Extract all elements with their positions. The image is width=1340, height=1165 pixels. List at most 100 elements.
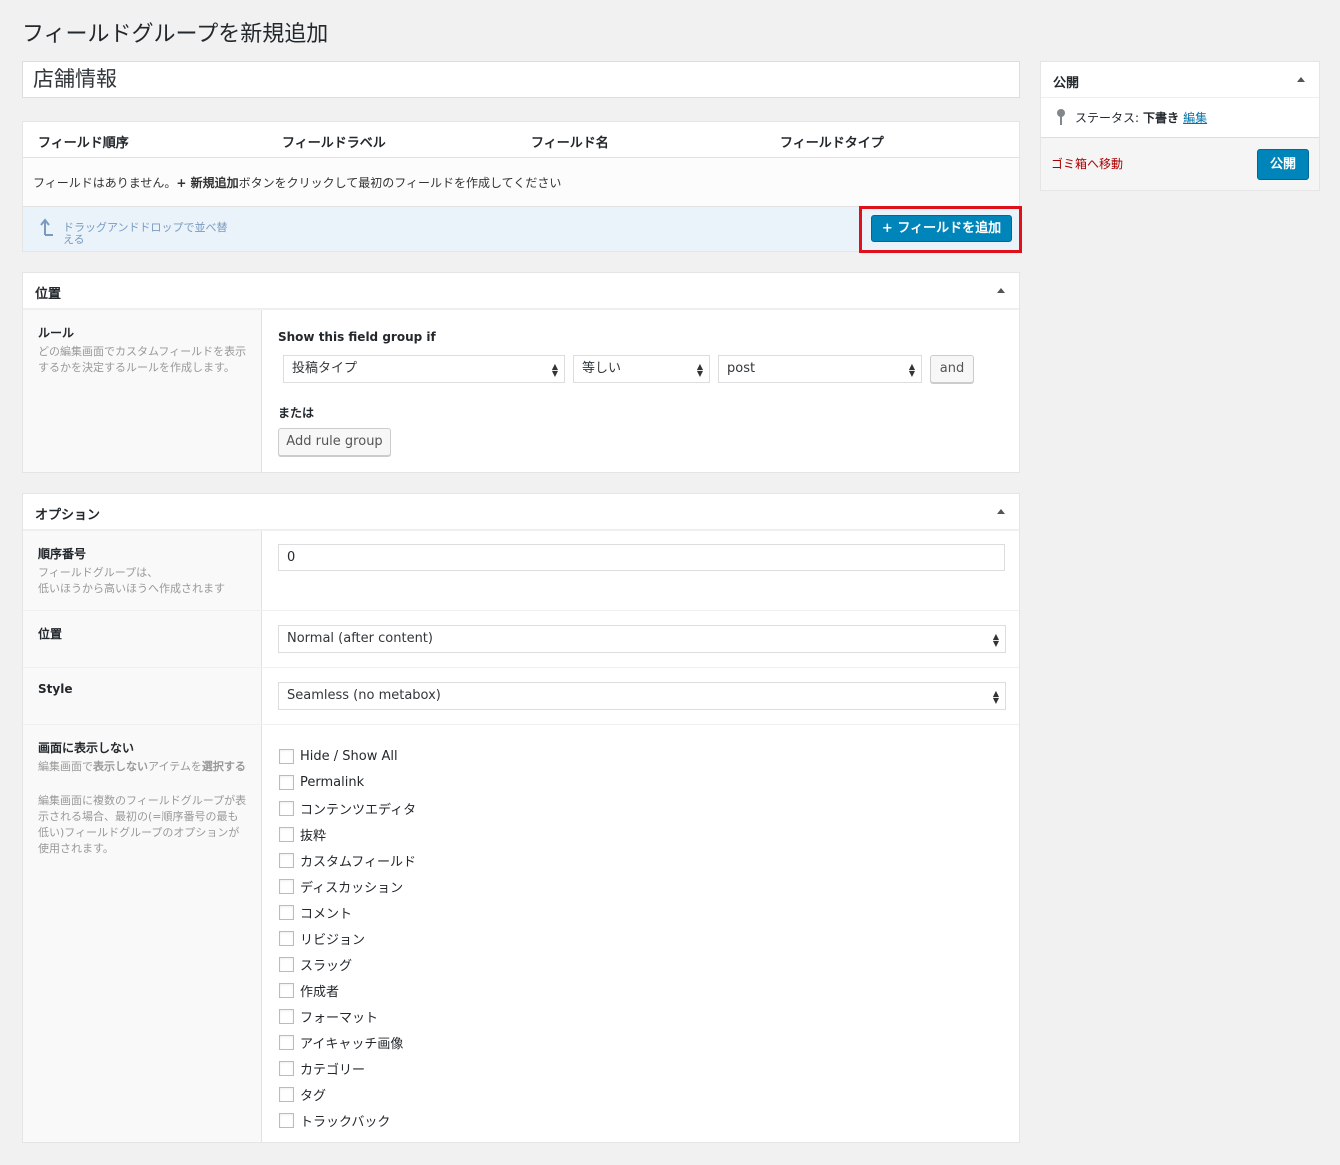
hide-label-col: 画面に表示しない 編集画面で表示しないアイテムを選択する 編集画面に複数のフィー… (23, 725, 262, 1142)
style-label: Style (38, 682, 73, 696)
location-box: 位置 ルール どの編集画面でカスタムフィールドを表示するかを決定するルールを作成… (22, 272, 1020, 473)
publish-actions: ゴミ箱へ移動 公開 (1041, 137, 1319, 190)
checkbox[interactable] (279, 982, 294, 998)
checkbox[interactable] (279, 1034, 294, 1050)
collapse-toggle-icon[interactable] (997, 509, 1005, 514)
rule-param-select[interactable]: 投稿タイプ ▲ ▼ (283, 355, 565, 383)
hide-item-label: Permalink (300, 774, 365, 790)
collapse-toggle-icon[interactable] (1297, 77, 1305, 82)
location-header[interactable]: 位置 (23, 273, 1019, 309)
publish-header[interactable]: 公開 (1041, 62, 1319, 98)
hide-item[interactable]: トラックバック (279, 1107, 416, 1133)
checkbox[interactable] (279, 748, 294, 764)
hide-item-label: ディスカッション (300, 880, 404, 896)
status-edit-link[interactable]: 編集 (1183, 109, 1207, 126)
select-arrows-icon: ▲ ▼ (551, 362, 558, 378)
checkbox[interactable] (279, 904, 294, 920)
hide-row: 画面に表示しない 編集画面で表示しないアイテムを選択する 編集画面に複数のフィー… (23, 724, 1019, 1142)
checkbox[interactable] (279, 774, 294, 790)
options-header[interactable]: オプション (23, 494, 1019, 530)
page-title: フィールドグループを新規追加 (22, 22, 329, 47)
checkbox[interactable] (279, 1112, 294, 1128)
add-rule-group-button[interactable]: Add rule group (278, 428, 391, 456)
position-label: 位置 (38, 627, 63, 641)
trash-link[interactable]: ゴミ箱へ移動 (1051, 155, 1123, 172)
hide-item-label: 抜粋 (300, 828, 327, 844)
style-row: Style Seamless (no metabox) ▲ ▼ (23, 667, 1019, 724)
empty-prefix: フィールドはありません。 (33, 176, 177, 190)
column-field-order: フィールド順序 (38, 136, 129, 151)
hide-item[interactable]: ディスカッション (279, 873, 416, 899)
hide-item[interactable]: コンテンツエディタ (279, 795, 416, 821)
hide-item[interactable]: 作成者 (279, 977, 416, 1003)
checkbox[interactable] (279, 826, 294, 842)
empty-suffix: ボタンをクリックして最初のフィールドを作成してください (238, 176, 562, 190)
and-button[interactable]: and (930, 355, 974, 383)
select-arrows-icon: ▲ ▼ (992, 632, 999, 648)
hide-item-label: アイキャッチ画像 (300, 1036, 404, 1052)
style-select[interactable]: Seamless (no metabox) ▲ ▼ (278, 682, 1006, 710)
show-if-label: Show this field group if (278, 330, 436, 344)
hide-desc-c: アイテムを (148, 760, 202, 773)
hide-item-label: コンテンツエディタ (300, 802, 417, 818)
hide-checkbox-list: Hide / Show All Permalink コンテンツエディタ 抜粋 カ… (279, 743, 416, 1133)
hide-item-label: フォーマット (300, 1010, 379, 1026)
checkbox[interactable] (279, 1086, 294, 1102)
rule-value-value: post (727, 361, 756, 376)
fields-footer: ドラッグアンドドロップで並べ替える + フィールドを追加 (23, 206, 1022, 253)
hide-description-2: 編集画面に複数のフィールドグループが表示される場合、最初の(=順序番号の最も低い… (38, 794, 247, 855)
checkbox[interactable] (279, 1060, 294, 1076)
rules-description: どの編集画面でカスタムフィールドを表示するかを決定するルールを作成します。 (38, 345, 247, 374)
checkbox[interactable] (279, 800, 294, 816)
hide-item[interactable]: リビジョン (279, 925, 416, 951)
add-field-button[interactable]: + フィールドを追加 (871, 215, 1012, 242)
checkbox[interactable] (279, 1008, 294, 1024)
publish-box: 公開 ステータス: 下書き 編集 ゴミ箱へ移動 公開 (1040, 61, 1320, 191)
hide-item-label: カスタムフィールド (300, 854, 416, 870)
checkbox[interactable] (279, 852, 294, 868)
rules-label: ルール (38, 326, 75, 340)
hide-item[interactable]: アイキャッチ画像 (279, 1029, 416, 1055)
hide-desc-b: 表示しない (93, 760, 148, 773)
fields-box: フィールド順序 フィールドラベル フィールド名 フィールドタイプ フィールドはあ… (22, 121, 1022, 253)
hide-item-label: 作成者 (300, 984, 340, 1000)
rule-operator-select[interactable]: 等しい ▲ ▼ (573, 355, 710, 383)
position-value: Normal (after content) (287, 631, 433, 646)
or-label: または (278, 406, 315, 420)
hide-item-label: リビジョン (300, 932, 366, 948)
hide-item[interactable]: カスタムフィールド (279, 847, 416, 873)
status-label: ステータス: (1075, 110, 1140, 125)
hide-item[interactable]: スラッグ (279, 951, 416, 977)
options-box: オプション 順序番号 フィールドグループは、 低いほうから高いほうへ作成されます… (22, 493, 1020, 1143)
hide-item[interactable]: タグ (279, 1081, 416, 1107)
hide-item-label: スラッグ (300, 958, 353, 974)
hide-item[interactable]: カテゴリー (279, 1055, 416, 1081)
hide-item-label: カテゴリー (300, 1062, 366, 1078)
hide-item-label: タグ (300, 1088, 327, 1104)
checkbox[interactable] (279, 930, 294, 946)
hide-item-label: トラックバック (300, 1114, 391, 1130)
field-group-title-input[interactable]: 店舗情報 (22, 61, 1020, 98)
hide-description-1: 編集画面で表示しないアイテムを選択する (38, 759, 248, 775)
checkbox[interactable] (279, 956, 294, 972)
hide-item[interactable]: Hide / Show All (279, 743, 416, 769)
order-input[interactable]: 0 (278, 544, 1005, 571)
hide-item[interactable]: 抜粋 (279, 821, 416, 847)
rules-label-col: ルール どの編集画面でカスタムフィールドを表示するかを決定するルールを作成します… (23, 310, 262, 472)
order-label: 順序番号 (38, 547, 87, 561)
position-label-col: 位置 (23, 611, 262, 667)
options-title: オプション (35, 508, 101, 523)
checkbox[interactable] (279, 878, 294, 894)
hide-item[interactable]: コメント (279, 899, 416, 925)
position-row: 位置 Normal (after content) ▲ ▼ (23, 610, 1019, 667)
select-arrows-icon: ▲ ▼ (696, 362, 703, 378)
column-field-label: フィールドラベル (282, 136, 386, 151)
publish-button[interactable]: 公開 (1257, 149, 1309, 180)
status-value: 下書き (1143, 110, 1180, 125)
rule-value-select[interactable]: post ▲ ▼ (718, 355, 922, 383)
hide-item[interactable]: Permalink (279, 769, 416, 795)
position-select[interactable]: Normal (after content) ▲ ▼ (278, 625, 1006, 653)
select-arrows-icon: ▲ ▼ (908, 362, 915, 378)
hide-item[interactable]: フォーマット (279, 1003, 416, 1029)
collapse-toggle-icon[interactable] (997, 288, 1005, 293)
